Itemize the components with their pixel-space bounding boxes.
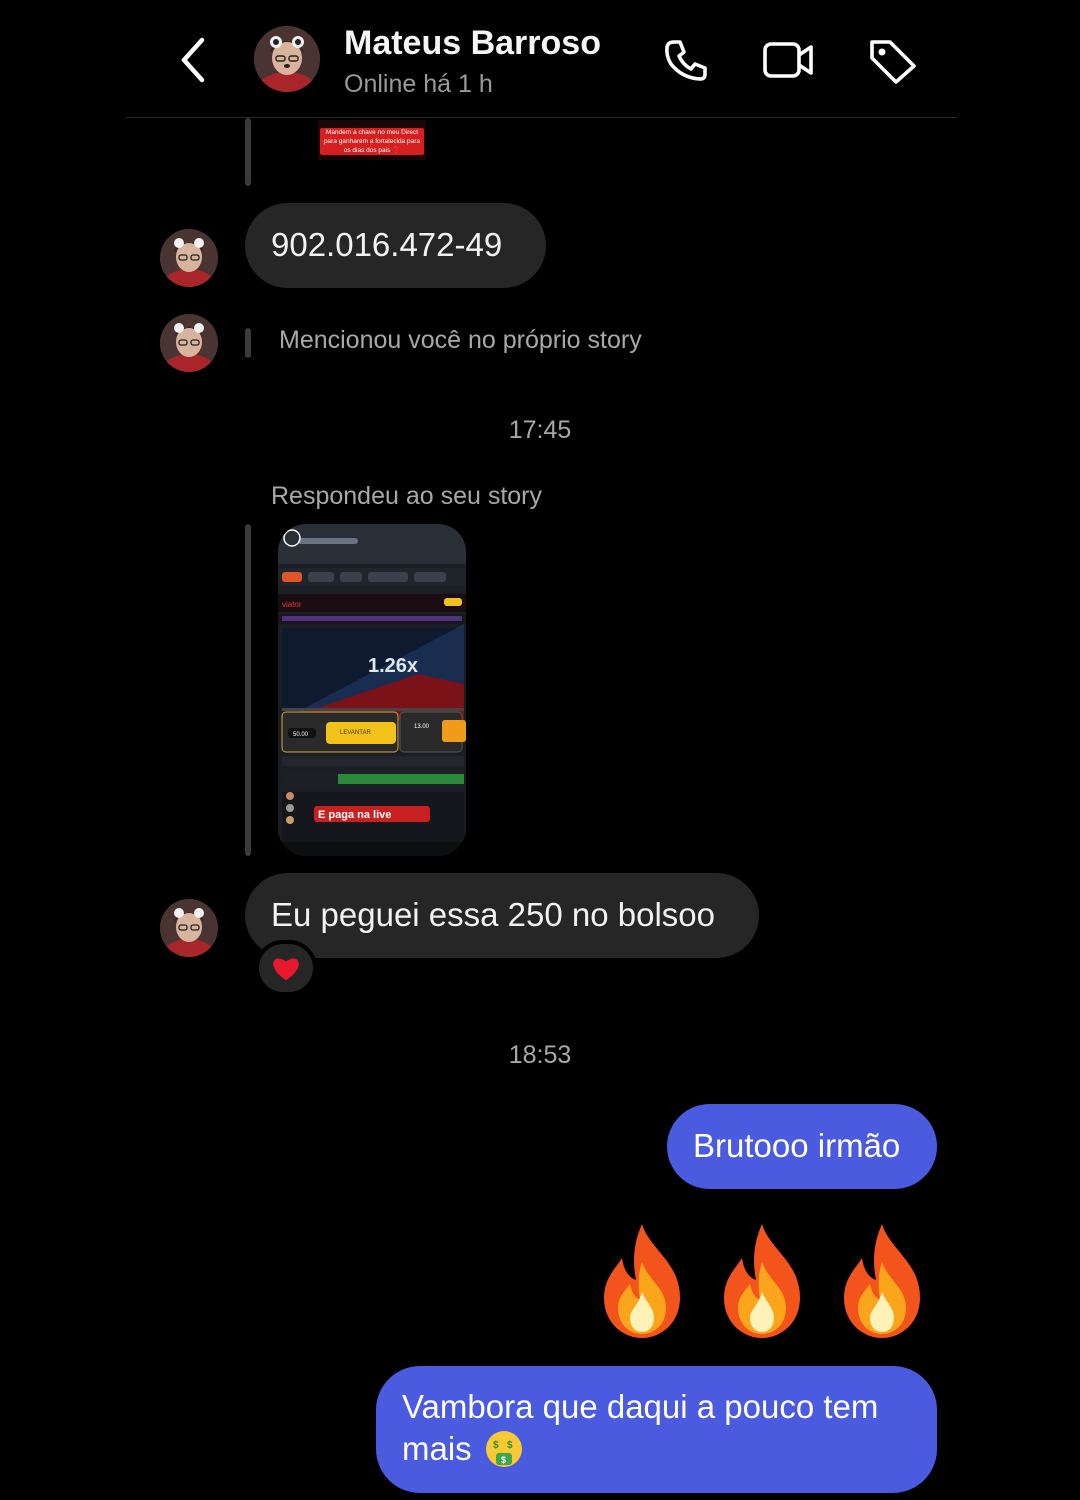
sender-avatar[interactable] bbox=[160, 899, 218, 957]
money-mouth-face-icon: $ $ $ bbox=[485, 1431, 522, 1468]
heart-reaction[interactable] bbox=[255, 940, 317, 996]
story-snippet-text: Mandem a chave no meu Direct para ganhar… bbox=[320, 128, 424, 155]
chevron-left-icon[interactable] bbox=[172, 36, 216, 84]
svg-text:13.00: 13.00 bbox=[414, 724, 430, 730]
message-bubble-incoming[interactable]: 902.016.472-49 bbox=[245, 203, 546, 288]
svg-text:$: $ bbox=[493, 1440, 499, 1451]
message-bubble-outgoing[interactable]: Brutooo irmão bbox=[667, 1104, 937, 1189]
video-camera-icon[interactable] bbox=[762, 36, 814, 84]
story-snippet[interactable]: Mandem a chave no meu Direct para ganhar… bbox=[318, 120, 426, 160]
contact-status: Online há 1 h bbox=[344, 70, 493, 98]
timestamp: 17:45 bbox=[508, 416, 572, 444]
contact-name[interactable]: Mateus Barroso bbox=[344, 24, 601, 63]
message-text: Eu peguei essa 250 no bolsoo bbox=[271, 896, 716, 933]
story-reply-line bbox=[245, 118, 251, 186]
contact-avatar[interactable] bbox=[254, 26, 320, 92]
heart-icon bbox=[273, 958, 299, 981]
svg-text:1.26x: 1.26x bbox=[368, 655, 418, 677]
chat-header: Mateus Barroso Online há 1 h bbox=[0, 0, 1080, 118]
svg-text:$: $ bbox=[501, 1455, 506, 1465]
message-text: Brutooo irmão bbox=[693, 1127, 901, 1164]
replied-to-story-label: Respondeu ao seu story bbox=[271, 482, 543, 510]
mention-line bbox=[245, 328, 251, 358]
sender-avatar[interactable] bbox=[160, 314, 218, 372]
fire-icon bbox=[724, 1224, 800, 1338]
phone-icon[interactable] bbox=[660, 36, 712, 84]
svg-text:viator: viator bbox=[282, 600, 302, 609]
mention-text[interactable]: Mencionou você no próprio story bbox=[279, 326, 642, 355]
story-reply-line bbox=[245, 524, 251, 856]
message-bubble-outgoing[interactable]: Vambora que daqui a pouco tem mais $ $ $ bbox=[376, 1366, 937, 1493]
timestamp: 18:53 bbox=[508, 1041, 572, 1069]
header-divider bbox=[126, 117, 956, 118]
tag-icon[interactable] bbox=[866, 36, 918, 84]
sender-avatar[interactable] bbox=[160, 229, 218, 287]
message-text-line2: mais bbox=[402, 1430, 472, 1468]
svg-text:$: $ bbox=[507, 1440, 513, 1451]
svg-text:E paga na live: E paga na live bbox=[318, 809, 391, 821]
story-thumbnail[interactable]: viator 1.26x 50.00 LEVANTAR 13.00 E paga… bbox=[278, 524, 466, 856]
message-text: 902.016.472-49 bbox=[271, 226, 503, 263]
svg-text:50.00: 50.00 bbox=[293, 732, 309, 738]
message-bubble-incoming[interactable]: Eu peguei essa 250 no bolsoo bbox=[245, 873, 759, 958]
message-text-line1: Vambora que daqui a pouco tem bbox=[402, 1388, 879, 1425]
fire-emoji-message[interactable]: 🔥🔥🔥 bbox=[588, 1222, 938, 1342]
fire-icon bbox=[844, 1224, 920, 1338]
svg-text:LEVANTAR: LEVANTAR bbox=[340, 730, 371, 736]
fire-icon bbox=[604, 1224, 680, 1338]
